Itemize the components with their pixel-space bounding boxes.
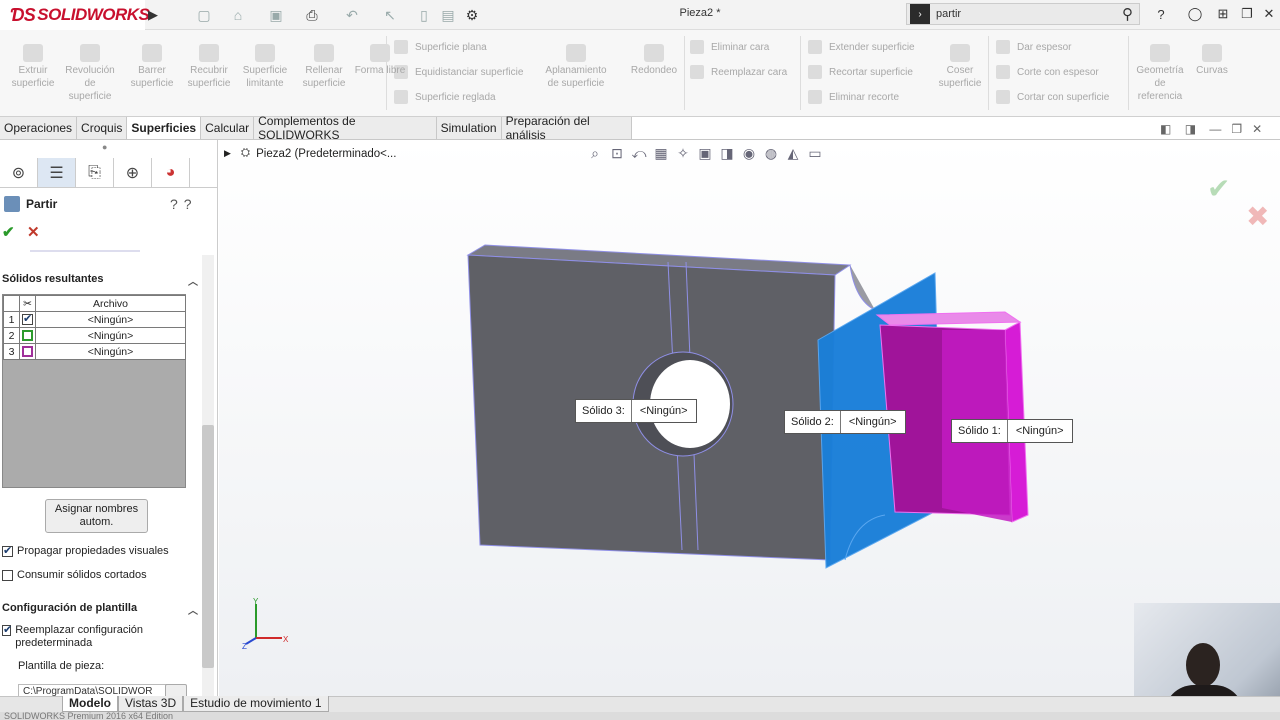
callout-solido-1[interactable]: Sólido 1: <Ningún>: [951, 419, 1073, 443]
ribbon-icon: [370, 44, 390, 62]
ribbon-label: Superficie limitante: [242, 65, 288, 89]
ribbon-label: Aplanamiento de superficie: [545, 65, 607, 89]
svg-text:Z: Z: [242, 642, 247, 650]
fillet-face[interactable]: [849, 264, 876, 311]
ribbon-icon: [566, 44, 586, 62]
ribbon-button-b1[interactable]: Redondeo: [626, 44, 682, 77]
ribbon-button-3[interactable]: Recubrir superficie: [181, 44, 237, 90]
bottom-tab-2[interactable]: Estudio de movimiento 1: [183, 696, 329, 712]
ribbon-label: Recubrir superficie: [187, 65, 231, 89]
ribbon-label: Rellenar superficie: [302, 65, 346, 89]
ribbon-icon: [314, 44, 334, 62]
ribbon-button-2[interactable]: Barrer superficie: [124, 44, 180, 90]
svg-text:Y: Y: [253, 598, 259, 606]
bottom-tab-1[interactable]: Vistas 3D: [118, 696, 184, 712]
ribbon-button-1[interactable]: Revolución de superficie: [62, 44, 118, 103]
ribbon-label: Extruir superficie: [11, 65, 55, 89]
bottom-tabs: Modelo Vistas 3D Estudio de movimiento 1: [62, 696, 329, 712]
ribbon-label: Revolución de superficie: [65, 65, 115, 102]
ribbon-icon: [142, 44, 162, 62]
ribbon-icon: [644, 44, 664, 62]
callout-solido-3[interactable]: Sólido 3: <Ningún>: [575, 399, 697, 423]
coordinate-triad: Y X Z: [242, 598, 289, 650]
ribbon-icon: [255, 44, 275, 62]
ribbon-button-b0[interactable]: Aplanamiento de superficie: [545, 44, 607, 90]
status-bar: SOLIDWORKS Premium 2016 x64 Edition: [0, 712, 1280, 720]
ribbon-label: Forma libre: [354, 65, 406, 76]
callout-solido-2[interactable]: Sólido 2: <Ningún>: [784, 410, 906, 434]
ribbon-icon: [199, 44, 219, 62]
ribbon-button-6[interactable]: Forma libre: [352, 44, 408, 77]
ribbon-button-4[interactable]: Superficie limitante: [237, 44, 293, 90]
ribbon-label: Barrer superficie: [130, 65, 174, 89]
ribbon-icon: [23, 44, 43, 62]
ribbon-button-0[interactable]: Extruir superficie: [5, 44, 61, 90]
svg-text:X: X: [283, 635, 289, 644]
model-3d[interactable]: [0, 0, 1280, 720]
ribbon-button-5[interactable]: Rellenar superficie: [296, 44, 352, 90]
bottom-tab-0[interactable]: Modelo: [62, 696, 118, 712]
ribbon-icon: [80, 44, 100, 62]
ribbon-label: Redondeo: [630, 65, 678, 76]
